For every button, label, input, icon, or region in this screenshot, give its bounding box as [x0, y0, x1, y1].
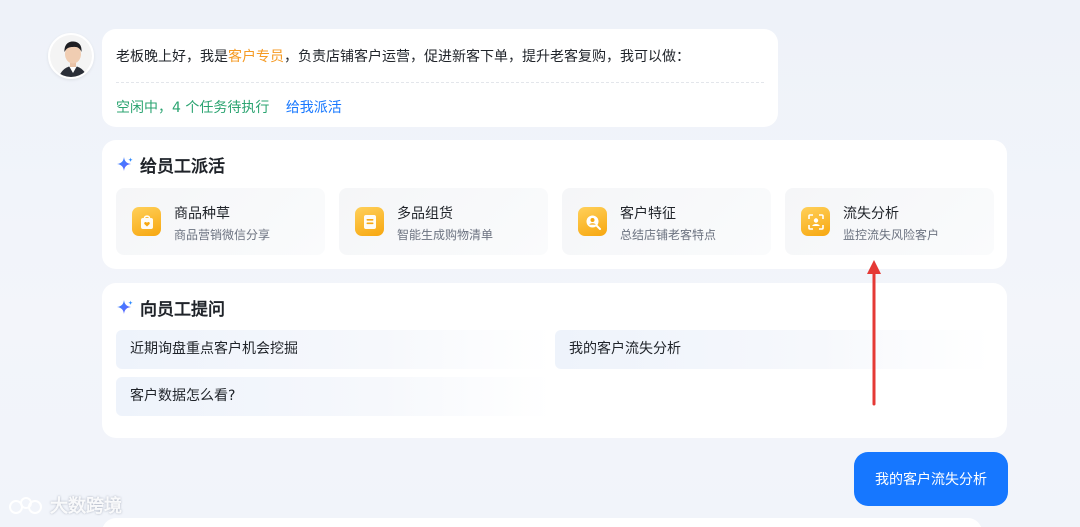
- assistant-avatar: [48, 33, 94, 79]
- assign-task-link[interactable]: 给我派活: [286, 100, 342, 116]
- task-card-product-seeding[interactable]: 商品种草 商品营销微信分享: [116, 188, 325, 255]
- question-chip[interactable]: 客户数据怎么看?: [116, 377, 552, 416]
- greeting-suffix: ，负责店铺客户运营，促进新客下单，提升老客复购，我可以做：: [284, 49, 690, 65]
- red-arrow-annotation: [867, 260, 881, 406]
- task-card-customer-traits[interactable]: 客户特征 总结店铺老客特点: [562, 188, 771, 255]
- next-message-card: [102, 518, 982, 527]
- assign-title-text: 给员工派活: [140, 157, 225, 177]
- greeting-card: 老板晚上好，我是客户专员，负责店铺客户运营，促进新客下单，提升老客复购，我可以做…: [102, 29, 778, 127]
- task-card-churn-analysis[interactable]: 流失分析 监控流失风险客户: [785, 188, 994, 255]
- greeting-text: 老板晚上好，我是客户专员，负责店铺客户运营，促进新客下单，提升老客复购，我可以做…: [116, 46, 690, 66]
- greeting-prefix: 老板晚上好，我是: [116, 49, 228, 65]
- watermark: 大数跨境: [8, 492, 122, 518]
- task-name: 多品组货: [397, 206, 453, 222]
- assign-panel-title: 给员工派活: [116, 152, 225, 177]
- dashed-divider: [116, 82, 764, 83]
- watermark-logo-icon: [9, 497, 42, 514]
- user-search-icon: [578, 207, 607, 236]
- role-highlight: 客户专员: [228, 49, 284, 65]
- task-name: 流失分析: [843, 206, 899, 222]
- question-chip[interactable]: 近期询盘重点客户机会挖掘: [116, 330, 552, 369]
- task-desc: 智能生成购物清单: [397, 228, 494, 242]
- task-desc: 商品营销微信分享: [174, 228, 271, 242]
- assign-panel: 给员工派活 商品种草 商品营销微信分享 多品组货 智能生成购物清单 客户特征 总…: [102, 140, 1007, 269]
- ask-panel-title: 向员工提问: [116, 295, 225, 320]
- user-scan-icon: [801, 207, 830, 236]
- status-text: 空闲中，4 个任务待执行: [116, 100, 270, 116]
- watermark-text: 大数跨境: [50, 496, 122, 517]
- task-desc: 总结店铺老客特点: [620, 228, 717, 242]
- task-desc: 监控流失风险客户: [843, 228, 940, 242]
- user-message-bubble: 我的客户流失分析: [854, 452, 1008, 506]
- ask-title-text: 向员工提问: [140, 300, 225, 320]
- status-line: 空闲中，4 个任务待执行 给我派活: [116, 97, 342, 117]
- heart-bag-icon: [132, 207, 161, 236]
- list-doc-icon: [355, 207, 384, 236]
- task-name: 客户特征: [620, 206, 676, 222]
- task-name: 商品种草: [174, 206, 230, 222]
- question-chip[interactable]: 我的客户流失分析: [555, 330, 991, 369]
- sparkle-icon: [117, 299, 133, 314]
- sparkle-icon: [117, 156, 133, 171]
- task-card-multi-product-bundle[interactable]: 多品组货 智能生成购物清单: [339, 188, 548, 255]
